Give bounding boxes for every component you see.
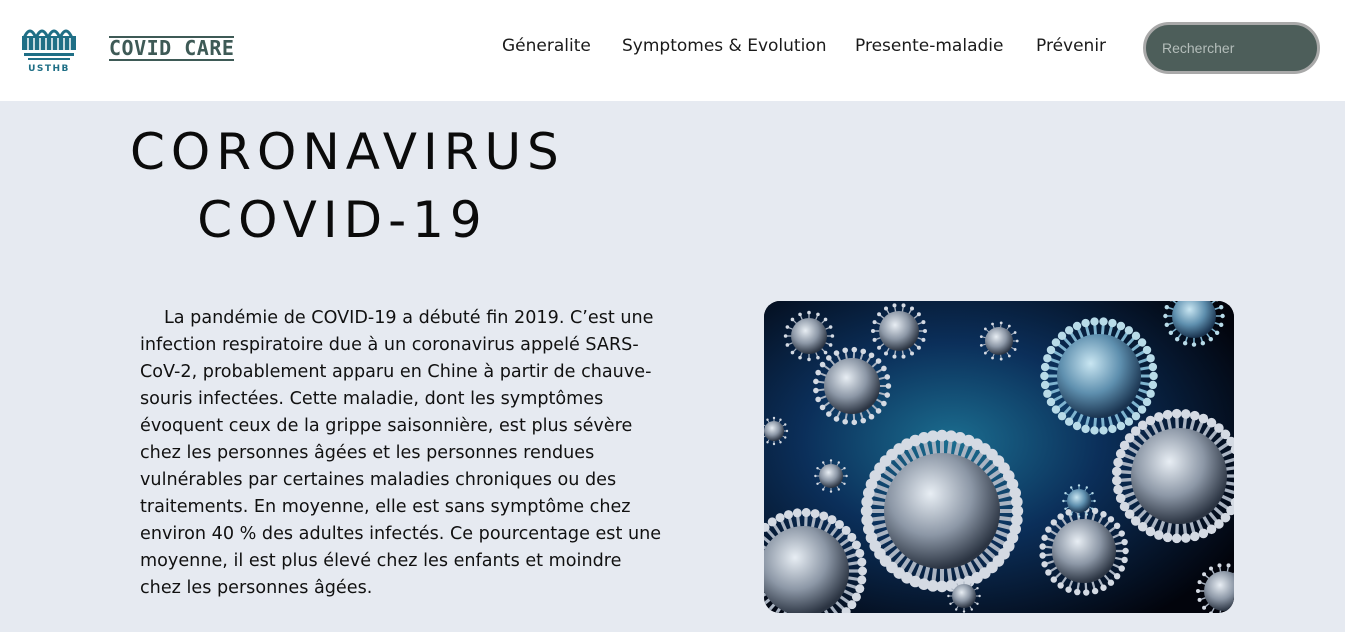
nav-link-symptomes-evolution[interactable]: Symptomes & Evolution <box>622 36 826 56</box>
page-title-line1: CORONAVIRUS <box>130 123 565 181</box>
intro-paragraph: La pandémie de COVID-19 a débuté fin 201… <box>140 308 662 598</box>
nav-link-prevenir[interactable]: Prévenir <box>1036 36 1106 56</box>
navbar: USTHB COVID CARE Géneralite Symptomes & … <box>0 0 1345 101</box>
search-input[interactable] <box>1143 22 1320 74</box>
page-title: CORONAVIRUS COVID-19 <box>130 118 565 254</box>
logo-text: USTHB <box>28 64 70 74</box>
page-title-line2: COVID-19 <box>197 191 488 249</box>
coronavirus-image <box>764 301 1234 613</box>
nav-link-generalite[interactable]: Géneralite <box>502 36 591 56</box>
nav-link-presente-maladie[interactable]: Presente-maladie <box>855 36 1003 56</box>
